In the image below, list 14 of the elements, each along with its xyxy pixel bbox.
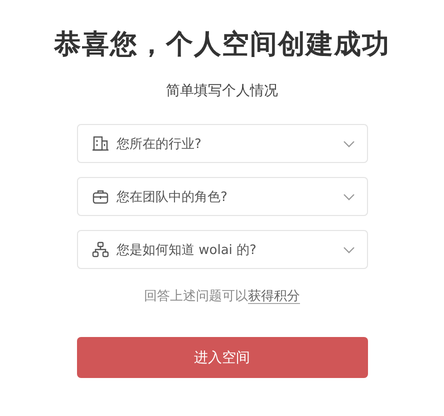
select-field[interactable]: 您是如何知道 wolai 的? (76, 230, 368, 269)
select-field[interactable]: 您在团队中的角色? (76, 177, 368, 216)
hint-text: 回答上述问题可以获得积分 (144, 288, 300, 305)
chevron-down-icon (342, 192, 354, 200)
page-title: 恭喜您，个人空间创建成功 (54, 28, 390, 62)
building-icon (92, 135, 108, 152)
select-field[interactable]: 您所在的行业? (76, 124, 368, 163)
subtitle: 简单填写个人情况 (166, 82, 278, 100)
chevron-down-icon (342, 140, 354, 148)
chevron-down-icon (342, 246, 354, 254)
enter-space-button[interactable]: 进入空间 (76, 337, 368, 378)
points-link[interactable]: 获得积分 (248, 289, 300, 304)
hierarchy-icon (92, 241, 108, 258)
briefcase-icon (92, 188, 108, 205)
